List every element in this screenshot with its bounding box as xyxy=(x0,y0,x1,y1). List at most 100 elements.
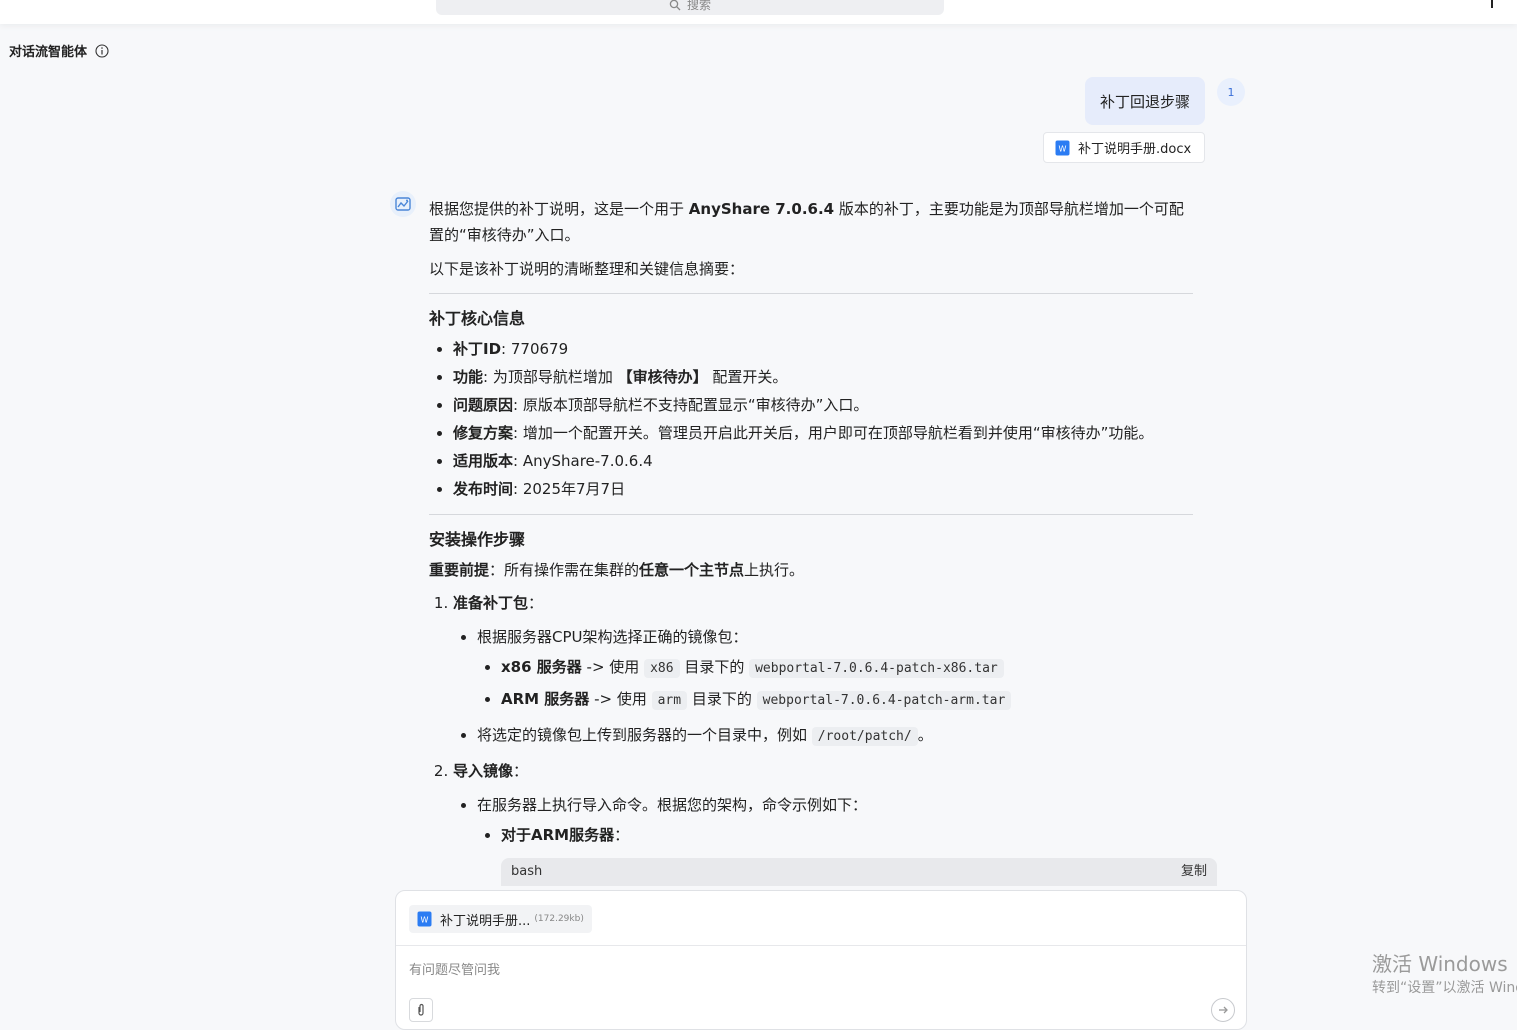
item-value: : 原版本顶部导航栏不支持配置显示“审核待办”入口。 xyxy=(513,396,869,414)
prereq-strong: 任意一个主节点 xyxy=(639,561,745,579)
svg-text:W: W xyxy=(1059,144,1067,153)
assistant-logo-icon xyxy=(395,197,411,211)
step-sublist: 根据服务器CPU架构选择正确的镜像包： x86 服务器 -> 使用 x86 目录… xyxy=(453,622,1193,752)
attach-button[interactable] xyxy=(409,998,433,1022)
answer-intro-text-a: 根据您提供的补丁说明，这是一个用于 xyxy=(429,200,689,218)
search-icon xyxy=(669,0,681,10)
arch-mid: 目录下的 xyxy=(687,690,757,708)
code-language: bash xyxy=(511,864,543,879)
sub-text: 根据服务器CPU架构选择正确的镜像包： xyxy=(477,628,748,646)
user-message-bubble: 补丁回退步骤 xyxy=(1085,77,1205,125)
svg-text:W: W xyxy=(421,916,429,925)
list-item: 补丁ID: 770679 xyxy=(453,335,1193,363)
step-sublist: 在服务器上执行导入命令。根据您的架构，命令示例如下： 对于ARM服务器： bas… xyxy=(453,790,1217,886)
code-block-header: bash 复制 xyxy=(501,858,1217,886)
item-label: 补丁ID xyxy=(453,340,502,358)
step-title: 导入镜像 xyxy=(453,762,514,780)
list-item: 将选定的镜像包上传到服务器的一个目录中，例如 /root/patch/。 xyxy=(477,720,1193,752)
arch-list: x86 服务器 -> 使用 x86 目录下的 webportal-7.0.6.4… xyxy=(477,652,1193,716)
composer-attachment-size: (172.29kb) xyxy=(534,914,584,924)
window-edge-marker xyxy=(1491,0,1493,8)
prereq-text-b: 上执行。 xyxy=(744,561,805,579)
list-item: 功能: 为顶部导航栏增加 【审核待办】 配置开关。 xyxy=(453,363,1193,391)
step-colon: ： xyxy=(513,762,529,780)
send-button[interactable] xyxy=(1211,998,1235,1022)
watermark-line1: 激活 Windows xyxy=(1372,952,1508,976)
user-avatar: 1 xyxy=(1217,78,1245,106)
item-value: : 2025年7月7日 xyxy=(513,480,626,498)
search-input[interactable]: 搜索 xyxy=(436,0,944,15)
assistant-answer: 根据您提供的补丁说明，这是一个用于 AnyShare 7.0.6.4 版本的补丁… xyxy=(429,196,1217,890)
paperclip-icon xyxy=(418,1003,424,1016)
section-install-title: 安装操作步骤 xyxy=(429,530,526,549)
answer-lead: 以下是该补丁说明的清晰整理和关键信息摘要： xyxy=(429,260,745,278)
step-title: 准备补丁包 xyxy=(453,594,529,612)
prerequisite-line: 重要前提：所有操作需在集群的任意一个主节点上执行。 xyxy=(429,556,1193,584)
search-label: 搜索 xyxy=(686,0,711,12)
item-label: 发布时间 xyxy=(453,480,514,498)
list-item: 根据服务器CPU架构选择正确的镜像包： x86 服务器 -> 使用 x86 目录… xyxy=(477,622,1193,716)
prereq-text-a: ：所有操作需在集群的 xyxy=(489,561,640,579)
inline-code: /root/patch/ xyxy=(811,727,918,746)
arch-use: -> 使用 xyxy=(589,690,652,708)
composer-attachment[interactable]: W 补丁说明手册... (172.29kb) xyxy=(409,905,592,933)
arch-mid: 目录下的 xyxy=(679,658,750,676)
user-attachment-name: 补丁说明手册.docx xyxy=(1078,142,1192,157)
list-item: 修复方案: 增加一个配置开关。管理员开启此开关后，用户即可在顶部导航栏看到并使用… xyxy=(453,419,1193,447)
divider xyxy=(429,514,1193,515)
arch-colon: ： xyxy=(614,826,630,844)
copy-code-button[interactable]: 复制 xyxy=(1181,857,1207,887)
sub-text-tail: 。 xyxy=(917,726,933,744)
step-item: 导入镜像： 在服务器上执行导入命令。根据您的架构，命令示例如下： 对于ARM服务… xyxy=(453,756,1217,886)
core-info-list: 补丁ID: 770679 功能: 为顶部导航栏增加 【审核待办】 配置开关。 问… xyxy=(429,335,1193,503)
section-core-title: 补丁核心信息 xyxy=(429,309,526,328)
top-bar: 搜索 xyxy=(0,0,1517,24)
answer-intro-product: AnyShare 7.0.6.4 xyxy=(688,200,835,218)
composer-attachment-name: 补丁说明手册... xyxy=(440,913,531,929)
user-avatar-label: 1 xyxy=(1227,85,1235,99)
item-label: 修复方案 xyxy=(453,424,514,442)
item-strong: 【审核待办】 xyxy=(617,368,708,386)
word-doc-icon: W xyxy=(1055,140,1070,155)
list-item: 问题原因: 原版本顶部导航栏不支持配置显示“审核待办”入口。 xyxy=(453,391,1193,419)
sub-text: 在服务器上执行导入命令。根据您的架构，命令示例如下： xyxy=(477,796,868,814)
item-value: : AnyShare-7.0.6.4 xyxy=(513,452,653,470)
divider xyxy=(429,293,1193,294)
arch-label: x86 服务器 xyxy=(501,658,582,676)
arch-use: -> 使用 xyxy=(581,658,645,676)
item-label: 适用版本 xyxy=(453,452,514,470)
answer-intro: 根据您提供的补丁说明，这是一个用于 AnyShare 7.0.6.4 版本的补丁… xyxy=(429,196,1189,248)
message-input[interactable]: 有问题尽管问我 xyxy=(409,959,500,978)
info-icon[interactable] xyxy=(95,43,109,58)
watermark-line2: 转到“设置”以激活 Windows。 xyxy=(1372,980,1517,996)
arch-label: ARM 服务器 xyxy=(501,690,590,708)
message-composer: W 补丁说明手册... (172.29kb) 有问题尽管问我 xyxy=(395,890,1247,1030)
list-item: 适用版本: AnyShare-7.0.6.4 xyxy=(453,447,1193,475)
inline-code: arm xyxy=(651,691,688,710)
inline-code: webportal-7.0.6.4-patch-arm.tar xyxy=(756,691,1012,710)
arrow-right-icon xyxy=(1219,1006,1228,1014)
agent-title: 对话流智能体 xyxy=(9,45,88,60)
windows-activation-watermark: 激活 Windows 转到“设置”以激活 Windows。 xyxy=(1372,951,1517,999)
word-doc-icon: W xyxy=(417,911,432,927)
prereq-label: 重要前提 xyxy=(429,561,490,579)
list-item: 在服务器上执行导入命令。根据您的架构，命令示例如下： 对于ARM服务器： bas… xyxy=(477,790,1217,886)
user-attachment[interactable]: W 补丁说明手册.docx xyxy=(1043,132,1205,163)
item-label: 功能 xyxy=(453,368,484,386)
arch-label: 对于ARM服务器 xyxy=(501,826,615,844)
step-item: 准备补丁包： 根据服务器CPU架构选择正确的镜像包： x86 服务器 -> 使用… xyxy=(453,588,1193,752)
item-value: : 770679 xyxy=(501,340,569,358)
list-item: 对于ARM服务器： bash 复制 xyxy=(501,820,1217,886)
list-item: ARM 服务器 -> 使用 arm 目录下的 webportal-7.0.6.4… xyxy=(501,684,1193,716)
inline-code: webportal-7.0.6.4-patch-x86.tar xyxy=(749,659,1004,678)
arch-list: 对于ARM服务器： bash 复制 xyxy=(477,820,1217,886)
agent-header: 对话流智能体 xyxy=(9,41,109,60)
sub-text: 将选定的镜像包上传到服务器的一个目录中，例如 xyxy=(477,726,812,744)
item-value: : 增加一个配置开关。管理员开启此开关后，用户即可在顶部导航栏看到并使用“审核待… xyxy=(513,424,1154,442)
item-tail: 配置开关。 xyxy=(707,368,788,386)
item-label: 问题原因 xyxy=(453,396,514,414)
composer-divider xyxy=(396,945,1246,946)
item-value: : 为顶部导航栏增加 xyxy=(483,368,618,386)
list-item: x86 服务器 -> 使用 x86 目录下的 webportal-7.0.6.4… xyxy=(501,652,1193,684)
install-steps: 准备补丁包 ： 根据服务器CPU架构选择正确的镜像包： x86 服务器 -> 使用… xyxy=(429,588,1217,886)
